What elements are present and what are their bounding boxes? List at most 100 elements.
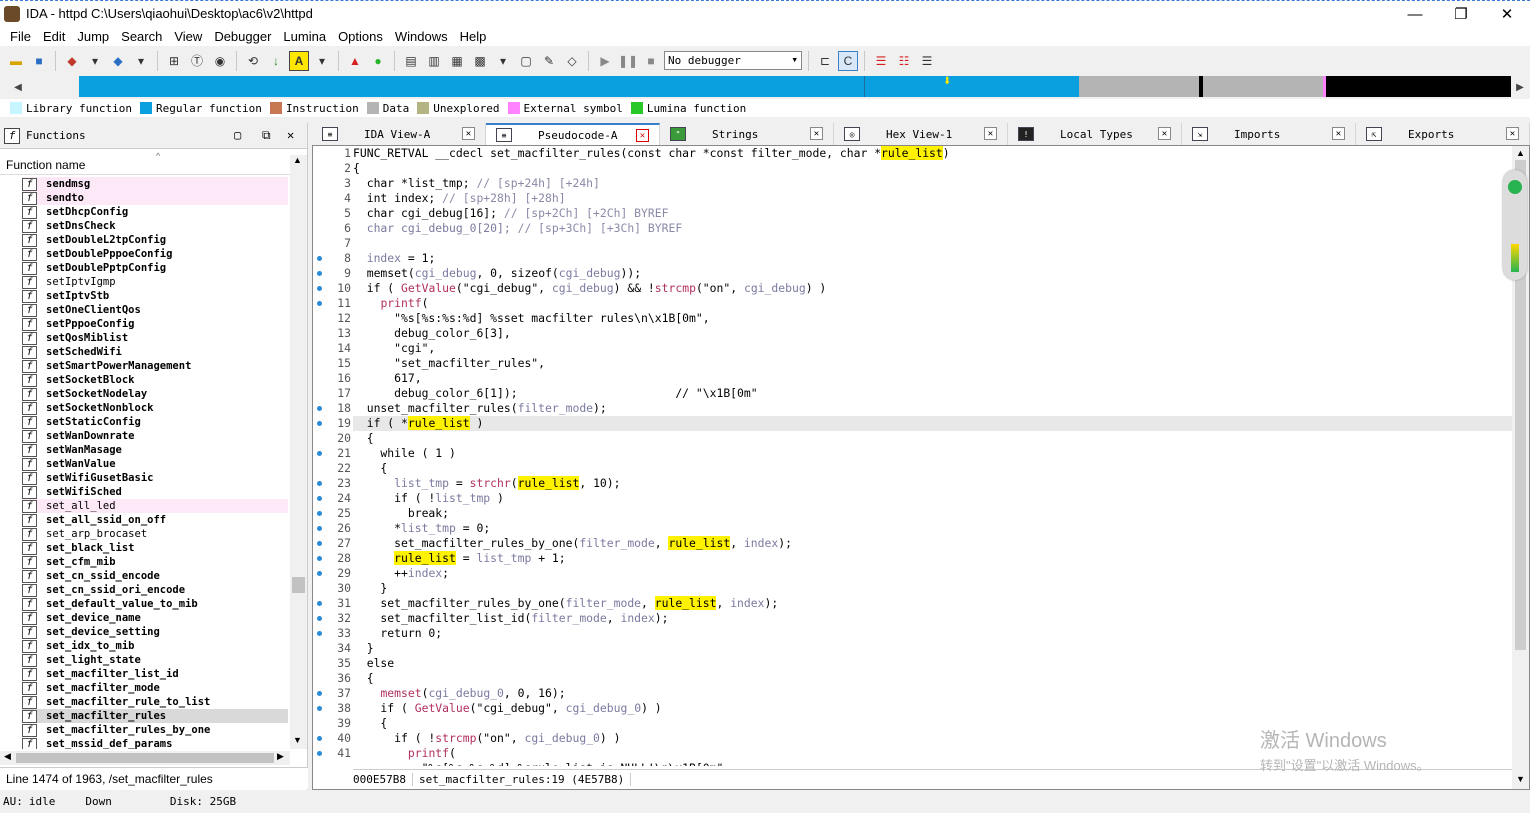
maximize-pane-icon[interactable]: ▢ xyxy=(234,128,241,142)
close-tab-icon[interactable]: ✕ xyxy=(810,127,823,140)
add-list-icon[interactable]: ☷ xyxy=(894,51,914,71)
code-icon[interactable]: ▤ xyxy=(401,51,421,71)
function-list-item[interactable]: f set_idx_to_mib xyxy=(22,639,288,653)
menu-jump[interactable]: Jump xyxy=(71,29,115,44)
function-list-item[interactable]: f set_arp_brocaset xyxy=(22,527,288,541)
code-line[interactable]: char *list_tmp; // [sp+24h] [+24h] xyxy=(353,176,1513,191)
breakpoint-dot-icon[interactable] xyxy=(317,406,322,411)
code-line[interactable]: ++index; xyxy=(353,566,1513,581)
menu-lumina[interactable]: Lumina xyxy=(277,29,332,44)
menu-search[interactable]: Search xyxy=(115,29,168,44)
code-line[interactable]: FUNC_RETVAL __cdecl set_macfilter_rules(… xyxy=(353,146,1513,161)
pseudocode-pane[interactable]: 1 2 3 4 5 6 7 8 9 10 11 12 13 14 15 16 17 18 19 20 21 22 23 24 2… xyxy=(312,145,1530,790)
function-list-item[interactable]: f setIptvIgmp xyxy=(22,275,288,289)
code-line[interactable]: char cgi_debug[16]; // [sp+2Ch] [+2Ch] B… xyxy=(353,206,1513,221)
menu-view[interactable]: View xyxy=(168,29,208,44)
code-line[interactable]: set_macfilter_rules_by_one(filter_mode, … xyxy=(353,596,1513,611)
function-list-item[interactable]: f set_black_list xyxy=(22,541,288,555)
code-line[interactable]: printf( xyxy=(353,296,1513,311)
scroll-down-icon[interactable]: ▼ xyxy=(293,735,302,745)
breakpoint-dot-icon[interactable] xyxy=(317,556,322,561)
close-tab-icon[interactable]: ✕ xyxy=(1332,127,1345,140)
breakpoint-dot-icon[interactable] xyxy=(317,691,322,696)
close-tab-icon[interactable]: ✕ xyxy=(984,127,997,140)
jump-back-icon[interactable]: ◆ xyxy=(62,51,82,71)
tab-exports[interactable]: ⇱ Exports ✕ xyxy=(1356,123,1530,145)
menu-file[interactable]: File xyxy=(4,29,37,44)
close-pane-icon[interactable]: ✕ xyxy=(287,128,294,142)
function-list-item[interactable]: f setOneClientQos xyxy=(22,303,288,317)
code-line[interactable]: { xyxy=(353,161,1513,176)
array-icon[interactable]: ▩ xyxy=(470,51,490,71)
code-line[interactable]: return 0; xyxy=(353,626,1513,641)
code-line[interactable]: "%s[%s:%s:%d] %sset macfilter rules\n\x1… xyxy=(353,311,1513,326)
text-color-icon[interactable]: A xyxy=(289,50,309,71)
run-green-icon[interactable]: ● xyxy=(368,51,388,71)
function-list-item[interactable]: f setDhcpConfig xyxy=(22,205,288,219)
struct-icon[interactable]: ▦ xyxy=(447,51,467,71)
dropdown-arrow-icon[interactable]: ▾ xyxy=(312,51,332,71)
code-line[interactable]: unset_macfilter_rules(filter_mode); xyxy=(353,401,1513,416)
function-name-column-header[interactable]: Function name ^ xyxy=(0,151,290,175)
menu-options[interactable]: Options xyxy=(332,29,389,44)
functions-hscrollbar[interactable]: ◀ ▶ xyxy=(0,751,290,765)
breakpoint-dot-icon[interactable] xyxy=(317,616,322,621)
function-list-item[interactable]: f setIptvStb xyxy=(22,289,288,303)
code-line[interactable]: { xyxy=(353,461,1513,476)
menu-windows[interactable]: Windows xyxy=(389,29,454,44)
code-line[interactable]: else xyxy=(353,656,1513,671)
maximize-button[interactable]: ❐ xyxy=(1438,1,1484,27)
down-arrow-icon[interactable]: ↓ xyxy=(266,51,286,71)
list-icon[interactable]: ☰ xyxy=(871,51,891,71)
breakpoint-dot-icon[interactable] xyxy=(317,751,322,756)
code-line[interactable]: } xyxy=(353,581,1513,596)
code-line[interactable]: if ( *rule_list ) xyxy=(353,416,1513,431)
hscroll-thumb[interactable] xyxy=(16,753,274,763)
pause-icon[interactable]: ❚❚ xyxy=(618,51,638,71)
undo-icon[interactable]: ⟲ xyxy=(243,51,263,71)
breakpoint-dot-icon[interactable] xyxy=(317,511,322,516)
menu-help[interactable]: Help xyxy=(454,29,493,44)
breakpoint-dot-icon[interactable] xyxy=(317,451,322,456)
hex-view-icon[interactable]: ⊞ xyxy=(164,51,184,71)
code-line[interactable]: while ( 1 ) xyxy=(353,446,1513,461)
function-list-item[interactable]: f set_cn_ssid_ori_encode xyxy=(22,583,288,597)
breakpoint-dot-icon[interactable] xyxy=(317,601,322,606)
code-line[interactable]: char cgi_debug_0[20]; // [sp+3Ch] [+3Ch]… xyxy=(353,221,1513,236)
text-view-icon[interactable]: Ⓣ xyxy=(187,51,207,71)
function-list-item[interactable]: f set_cfm_mib xyxy=(22,555,288,569)
function-list-item[interactable]: f set_macfilter_list_id xyxy=(22,667,288,681)
code-line[interactable]: debug_color_6[1]); // "\x1B[0m" xyxy=(353,386,1513,401)
tab-local-types[interactable]: ! Local Types ✕ xyxy=(1008,123,1182,145)
function-list-item[interactable]: f setDoublePppoeConfig xyxy=(22,247,288,261)
menu-edit[interactable]: Edit xyxy=(37,29,71,44)
scroll-thumb[interactable] xyxy=(292,577,305,593)
function-list-item[interactable]: f setWifiGusetBasic xyxy=(22,471,288,485)
open-folder-icon[interactable]: ▬ xyxy=(6,51,26,71)
tab-strings[interactable]: " Strings ✕ xyxy=(660,123,834,145)
breakpoint-dot-icon[interactable] xyxy=(317,301,322,306)
patch-icon[interactable]: ✎ xyxy=(539,51,559,71)
code-line[interactable]: set_macfilter_rules_by_one(filter_mode, … xyxy=(353,536,1513,551)
function-list-item[interactable]: f setDoubleL2tpConfig xyxy=(22,233,288,247)
breakpoint-dot-icon[interactable] xyxy=(317,496,322,501)
breakpoint-icon[interactable]: ▲ xyxy=(345,51,365,71)
tab-imports[interactable]: ⇲ Imports ✕ xyxy=(1182,123,1356,145)
function-list-item[interactable]: f setPppoeConfig xyxy=(22,317,288,331)
scroll-up-icon[interactable]: ▲ xyxy=(1516,148,1525,158)
minimize-button[interactable]: — xyxy=(1392,1,1438,27)
close-button[interactable]: ✕ xyxy=(1484,1,1530,27)
function-list-item[interactable]: f setSchedWifi xyxy=(22,345,288,359)
breakpoint-dot-icon[interactable] xyxy=(317,421,322,426)
navigation-band[interactable]: ◀ ⬇ ▶ xyxy=(0,76,1530,98)
function-list-item[interactable]: f setQosMiblist xyxy=(22,331,288,345)
breakpoint-dot-icon[interactable] xyxy=(317,631,322,636)
data-icon[interactable]: ▥ xyxy=(424,51,444,71)
segment-icon[interactable]: ▢ xyxy=(516,51,536,71)
function-list-item[interactable]: f setWanValue xyxy=(22,457,288,471)
function-list-item[interactable]: f set_default_value_to_mib xyxy=(22,597,288,611)
function-list-item[interactable]: f sendmsg xyxy=(22,177,288,191)
function-list-item[interactable]: f set_mssid_def_params xyxy=(22,737,288,749)
function-list-item[interactable]: f set_device_name xyxy=(22,611,288,625)
remove-list-icon[interactable]: ☰ xyxy=(917,51,937,71)
